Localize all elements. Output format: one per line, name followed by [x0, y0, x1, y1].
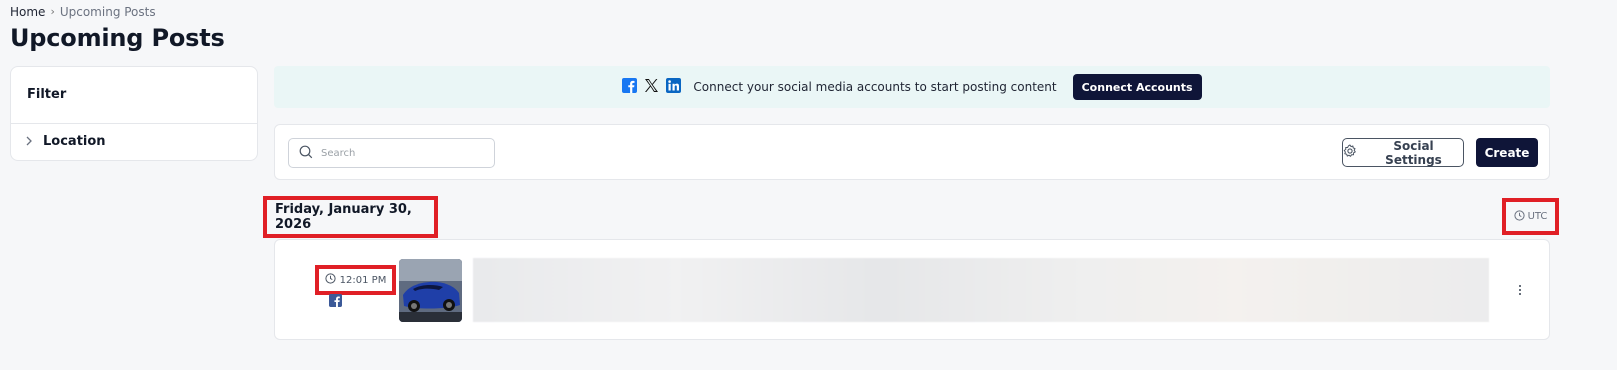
clock-icon — [1513, 209, 1525, 224]
create-button[interactable]: Create — [1476, 138, 1538, 167]
date-heading: Friday, January 30, 2026 — [263, 196, 438, 238]
scheduled-post-card[interactable]: 12:01 PM — [274, 239, 1550, 340]
filter-panel: Filter Location — [10, 66, 258, 161]
search-icon — [299, 144, 313, 163]
filter-location-label: Location — [43, 134, 106, 149]
post-time: 12:01 PM — [315, 265, 396, 295]
chevron-right-icon — [25, 135, 35, 149]
filter-location-toggle[interactable]: Location — [25, 134, 106, 149]
connect-accounts-button[interactable]: Connect Accounts — [1072, 74, 1202, 100]
search-input[interactable] — [321, 147, 481, 159]
x-icon — [644, 78, 659, 97]
breadcrumb: Home › Upcoming Posts — [10, 5, 156, 19]
connect-accounts-banner: Connect your social media accounts to st… — [274, 66, 1550, 108]
banner-text: Connect your social media accounts to st… — [693, 80, 1057, 94]
post-time-label: 12:01 PM — [339, 274, 387, 286]
date-heading-text: Friday, January 30, 2026 — [275, 202, 412, 232]
linkedin-icon — [666, 77, 682, 97]
timezone-label: UTC — [1527, 211, 1548, 222]
post-content-preview[interactable] — [473, 258, 1489, 322]
breadcrumb-home-link[interactable]: Home — [10, 5, 45, 19]
search-box[interactable] — [288, 138, 495, 168]
clock-icon — [325, 273, 336, 287]
post-thumbnail-image[interactable] — [399, 259, 462, 322]
gear-icon — [1343, 144, 1357, 161]
filter-title: Filter — [27, 87, 67, 102]
page-title: Upcoming Posts — [10, 24, 225, 52]
social-settings-button[interactable]: Social Settings — [1342, 138, 1464, 167]
filter-divider — [11, 123, 257, 124]
more-options-icon[interactable] — [1513, 280, 1527, 300]
facebook-icon — [329, 292, 342, 311]
breadcrumb-separator-icon: › — [50, 5, 55, 18]
social-settings-label: Social Settings — [1385, 138, 1442, 167]
timezone-indicator: UTC — [1502, 198, 1559, 235]
facebook-icon — [622, 77, 638, 97]
posts-toolbar: Social Settings Create — [274, 124, 1550, 180]
breadcrumb-current: Upcoming Posts — [59, 5, 156, 19]
